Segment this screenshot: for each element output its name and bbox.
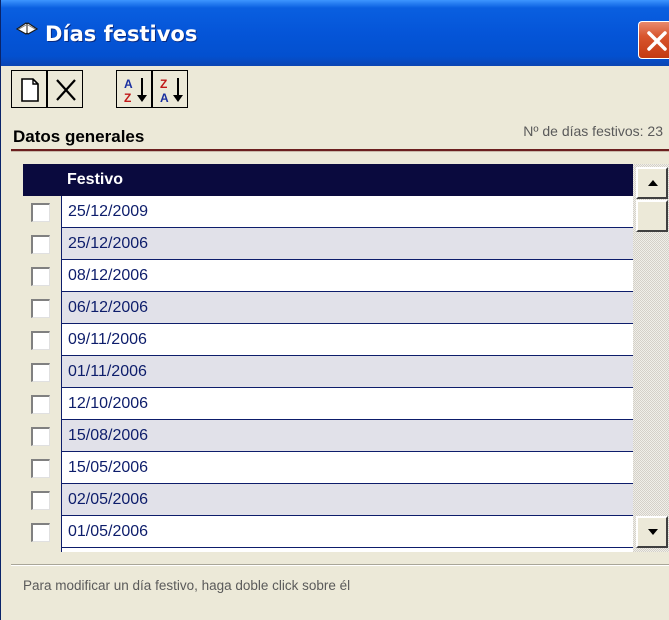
grid-rows: 25/12/2009 25/12/2006 08/12/2006 06/12/2006… bbox=[23, 196, 636, 552]
row-checkbox[interactable] bbox=[31, 235, 50, 254]
holiday-date-cell[interactable]: 12/10/2006 bbox=[61, 388, 636, 420]
row-selector-cell bbox=[23, 420, 61, 452]
row-selector-cell bbox=[23, 292, 61, 324]
arrow-down-icon bbox=[648, 529, 658, 535]
scroll-up-button[interactable] bbox=[636, 167, 668, 199]
vertical-scrollbar[interactable] bbox=[633, 164, 669, 552]
table-row[interactable]: 15/05/2006 bbox=[23, 452, 636, 484]
title-bar[interactable]: Días festivos bbox=[1, 0, 669, 66]
delete-button[interactable] bbox=[47, 70, 83, 108]
table-row[interactable]: 02/05/2006 bbox=[23, 484, 636, 516]
close-icon bbox=[647, 31, 667, 51]
row-checkbox[interactable] bbox=[31, 267, 50, 286]
row-checkbox[interactable] bbox=[31, 331, 50, 350]
table-row[interactable]: 25/12/2006 bbox=[23, 228, 636, 260]
selector-column-header bbox=[23, 164, 60, 196]
delete-x-icon bbox=[56, 79, 76, 101]
row-checkbox[interactable] bbox=[31, 203, 50, 222]
holiday-count: Nº de días festivos: 23 bbox=[523, 123, 663, 139]
holiday-count-label: Nº de días festivos: bbox=[523, 123, 644, 139]
status-separator bbox=[11, 564, 669, 566]
row-selector-cell bbox=[23, 452, 61, 484]
sort-descending-button[interactable]: Z A bbox=[152, 70, 188, 108]
row-selector-cell bbox=[23, 356, 61, 388]
row-selector-cell bbox=[23, 388, 61, 420]
row-checkbox[interactable] bbox=[31, 459, 50, 478]
holiday-date-cell[interactable]: 01/11/2006 bbox=[61, 356, 636, 388]
row-checkbox[interactable] bbox=[31, 395, 50, 414]
holiday-date-cell[interactable]: 06/12/2006 bbox=[61, 292, 636, 324]
new-document-icon bbox=[21, 78, 39, 102]
table-row-partial bbox=[23, 548, 636, 552]
column-header-festivo[interactable]: Festivo bbox=[67, 164, 123, 196]
table-row[interactable]: 09/11/2006 bbox=[23, 324, 636, 356]
row-selector-cell bbox=[23, 484, 61, 516]
holiday-date-cell[interactable]: 08/12/2006 bbox=[61, 260, 636, 292]
section-divider bbox=[11, 149, 669, 152]
row-checkbox[interactable] bbox=[31, 427, 50, 446]
status-hint: Para modificar un día festivo, haga dobl… bbox=[23, 578, 351, 593]
arrow-up-icon bbox=[648, 180, 658, 186]
table-row[interactable]: 06/12/2006 bbox=[23, 292, 636, 324]
holiday-date-cell[interactable]: 02/05/2006 bbox=[61, 484, 636, 516]
table-row[interactable]: 12/10/2006 bbox=[23, 388, 636, 420]
sort-az-icon: A Z bbox=[124, 77, 147, 105]
row-selector-cell bbox=[23, 324, 61, 356]
table-row[interactable]: 15/08/2006 bbox=[23, 420, 636, 452]
book-icon bbox=[15, 17, 39, 41]
holidays-window: Días festivos A Z Z A Datos generales Nº… bbox=[0, 0, 669, 620]
section-title: Datos generales bbox=[13, 127, 145, 146]
table-row[interactable]: 25/12/2009 bbox=[23, 196, 636, 228]
holiday-date-cell[interactable]: 15/08/2006 bbox=[61, 420, 636, 452]
sort-ascending-button[interactable]: A Z bbox=[116, 70, 152, 108]
row-checkbox[interactable] bbox=[31, 523, 50, 542]
row-checkbox[interactable] bbox=[31, 299, 50, 318]
svg-text:Z: Z bbox=[160, 77, 167, 91]
table-row[interactable]: 08/12/2006 bbox=[23, 260, 636, 292]
row-selector-cell bbox=[23, 196, 61, 228]
toolbar: A Z Z A bbox=[1, 66, 669, 116]
row-checkbox[interactable] bbox=[31, 363, 50, 382]
scroll-down-button[interactable] bbox=[636, 516, 668, 548]
holiday-date-cell[interactable]: 25/12/2006 bbox=[61, 228, 636, 260]
holiday-date-cell[interactable]: 01/05/2006 bbox=[61, 516, 636, 548]
holiday-date-cell[interactable]: 25/12/2009 bbox=[61, 196, 636, 228]
grid-header: Festivo bbox=[23, 164, 636, 196]
table-row[interactable]: 01/05/2006 bbox=[23, 516, 636, 548]
row-selector-cell bbox=[23, 228, 61, 260]
svg-text:Z: Z bbox=[124, 91, 131, 105]
holiday-date-cell bbox=[61, 548, 636, 552]
table-row[interactable]: 01/11/2006 bbox=[23, 356, 636, 388]
window-title: Días festivos bbox=[45, 22, 198, 46]
holidays-grid[interactable]: Festivo 25/12/2009 25/12/2006 08/12/2006 06… bbox=[23, 164, 669, 552]
svg-text:A: A bbox=[124, 77, 133, 91]
sort-za-icon: Z A bbox=[160, 77, 183, 105]
row-selector-cell bbox=[23, 260, 61, 292]
row-selector-cell bbox=[23, 516, 61, 548]
svg-text:A: A bbox=[160, 91, 169, 105]
holiday-date-cell[interactable]: 15/05/2006 bbox=[61, 452, 636, 484]
row-checkbox[interactable] bbox=[31, 491, 50, 510]
new-button[interactable] bbox=[11, 70, 47, 108]
holiday-date-cell[interactable]: 09/11/2006 bbox=[61, 324, 636, 356]
holiday-count-value: 23 bbox=[647, 123, 663, 139]
close-button[interactable] bbox=[638, 21, 669, 59]
row-selector-cell bbox=[23, 548, 61, 552]
scroll-thumb[interactable] bbox=[636, 200, 668, 232]
